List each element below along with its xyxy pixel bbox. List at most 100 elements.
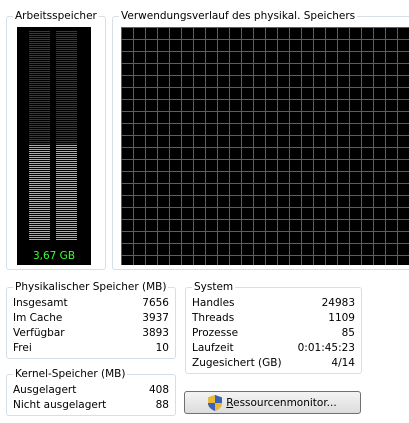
- meter-segment-used: [56, 197, 77, 198]
- meter-segment-free: [56, 103, 77, 104]
- meter-segment-free: [29, 61, 50, 62]
- meter-segment-free: [29, 131, 50, 132]
- history-group-title: Verwendungsverlauf des physikal. Speiche…: [119, 9, 358, 23]
- meter-segment-used: [56, 181, 77, 182]
- meter-segment-free: [29, 39, 50, 40]
- meter-segment-used: [29, 153, 50, 154]
- stat-row-im-cache: Im Cache 3937: [7, 311, 175, 326]
- meter-segment-used: [56, 155, 77, 156]
- meter-segment-free: [29, 45, 50, 46]
- meter-segment-used: [29, 209, 50, 210]
- meter-segment-free: [56, 75, 77, 76]
- stat-value: 408: [148, 384, 169, 396]
- meter-segment-used: [56, 217, 77, 218]
- meter-segment-free: [29, 143, 50, 144]
- meter-segment-free: [56, 81, 77, 82]
- meter-segment-free: [29, 97, 50, 98]
- meter-segment-used: [56, 199, 77, 200]
- meter-segment-used: [29, 215, 50, 216]
- meter-segment-used: [56, 193, 77, 194]
- meter-segment-used: [29, 147, 50, 148]
- meter-segment-used: [29, 177, 50, 178]
- meter-segment-free: [56, 69, 77, 70]
- meter-segment-free: [29, 75, 50, 76]
- meter-segment-used: [56, 149, 77, 150]
- meter-segment-used: [29, 211, 50, 212]
- meter-segment-used: [29, 171, 50, 172]
- meter-segment-free: [29, 111, 50, 112]
- meter-segment-free: [56, 105, 77, 106]
- meter-segment-used: [56, 165, 77, 166]
- stat-label: Insgesamt: [13, 297, 68, 309]
- meter-segment-free: [56, 143, 77, 144]
- stat-label: Threads: [192, 312, 235, 324]
- meter-segment-used: [29, 217, 50, 218]
- meter-segment-free: [56, 51, 77, 52]
- meter-segment-free: [29, 33, 50, 34]
- meter-segment-free: [56, 55, 77, 56]
- stat-row-threads: Threads 1109: [186, 311, 361, 326]
- meter-segment-free: [29, 107, 50, 108]
- meter-segment-used: [29, 169, 50, 170]
- stat-row-handles: Handles 24983: [186, 296, 361, 311]
- meter-segment-free: [29, 119, 50, 120]
- meter-segment-used: [29, 179, 50, 180]
- meter-segment-used: [56, 169, 77, 170]
- meter-segment-free: [29, 51, 50, 52]
- stat-row-laufzeit: Laufzeit 0:01:45:23: [186, 341, 361, 356]
- stat-label: Zugesichert (GB): [192, 357, 282, 369]
- meter-segment-free: [29, 77, 50, 78]
- meter-segment-free: [29, 57, 50, 58]
- meter-segment-used: [29, 221, 50, 222]
- stat-value: 3937: [142, 312, 169, 324]
- meter-segment-free: [29, 113, 50, 114]
- memory-group-title: Arbeitsspeicher: [13, 9, 99, 23]
- meter-segment-free: [56, 31, 77, 32]
- stat-label: Handles: [192, 297, 235, 309]
- stat-row-frei: Frei 10: [7, 341, 175, 356]
- meter-segment-used: [29, 173, 50, 174]
- stat-row-insgesamt: Insgesamt 7656: [7, 296, 175, 311]
- meter-segment-free: [56, 53, 77, 54]
- meter-segment-free: [56, 83, 77, 84]
- meter-segment-used: [29, 207, 50, 208]
- meter-segment-free: [29, 65, 50, 66]
- meter-segment-free: [56, 87, 77, 88]
- meter-segment-used: [29, 219, 50, 220]
- meter-segment-free: [56, 93, 77, 94]
- meter-segment-free: [29, 123, 50, 124]
- meter-segment-used: [29, 157, 50, 158]
- meter-segment-free: [56, 47, 77, 48]
- meter-segment-used: [29, 233, 50, 234]
- meter-segment-used: [56, 195, 77, 196]
- resource-monitor-button[interactable]: Ressourcenmonitor...: [184, 391, 361, 414]
- meter-segment-free: [29, 43, 50, 44]
- meter-segment-used: [29, 185, 50, 186]
- meter-segment-used: [29, 201, 50, 202]
- meter-segment-used: [56, 229, 77, 230]
- meter-segment-free: [29, 135, 50, 136]
- meter-segment-free: [29, 133, 50, 134]
- meter-segment-free: [29, 73, 50, 74]
- meter-segment-used: [29, 187, 50, 188]
- meter-segment-used: [56, 167, 77, 168]
- meter-segment-used: [29, 227, 50, 228]
- meter-segment-used: [29, 231, 50, 232]
- meter-segment-free: [29, 41, 50, 42]
- meter-segment-used: [29, 145, 50, 146]
- system-title: System: [192, 280, 236, 294]
- meter-segment-free: [56, 39, 77, 40]
- meter-segment-free: [56, 49, 77, 50]
- resource-monitor-button-label: Ressourcenmonitor...: [226, 396, 337, 409]
- shield-icon: [208, 394, 223, 411]
- memory-group: Arbeitsspeicher 3,67 GB: [6, 9, 106, 270]
- meter-segment-used: [29, 149, 50, 150]
- meter-segment-free: [56, 71, 77, 72]
- meter-segment-used: [56, 171, 77, 172]
- meter-segment-free: [56, 115, 77, 116]
- meter-segment-used: [29, 165, 50, 166]
- meter-segment-used: [29, 163, 50, 164]
- meter-segment-used: [56, 187, 77, 188]
- meter-segment-free: [29, 55, 50, 56]
- meter-segment-used: [56, 225, 77, 226]
